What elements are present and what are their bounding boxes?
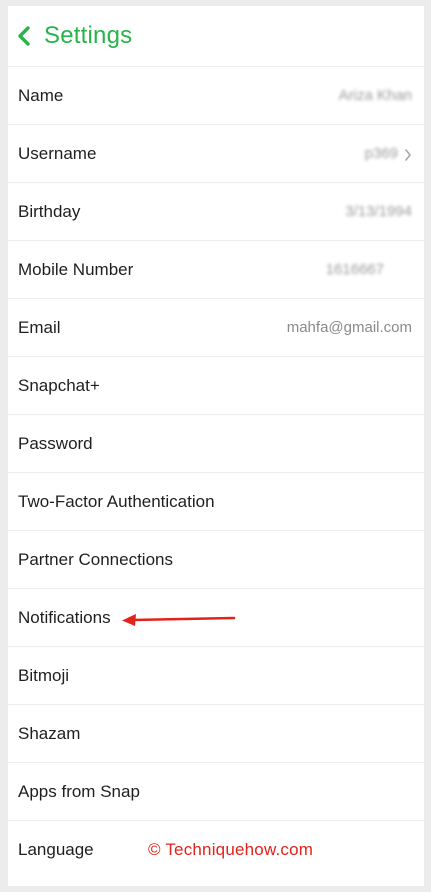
row-label: Email	[18, 317, 61, 337]
username-value: p369	[364, 145, 398, 162]
row-label: Snapchat+	[18, 375, 100, 395]
birthday-value: 3/13/1994	[345, 203, 412, 220]
row-label: Notifications	[18, 607, 111, 627]
back-button[interactable]: Settings	[14, 22, 132, 50]
settings-list: Name Ariza Khan Username p369 Birthday 3…	[8, 67, 424, 879]
email-value: mahfa@gmail.com	[286, 319, 412, 336]
name-value: Ariza Khan	[338, 87, 412, 104]
settings-row-partner-connections[interactable]: Partner Connections	[8, 531, 424, 589]
row-label: Username	[18, 143, 97, 163]
settings-row-password[interactable]: Password	[8, 415, 424, 473]
red-arrow-icon	[122, 614, 236, 626]
chevron-right-icon	[404, 148, 412, 161]
row-label: Language	[18, 840, 94, 859]
row-label: Password	[18, 433, 93, 453]
settings-row-shazam[interactable]: Shazam	[8, 705, 424, 763]
settings-row-snapchat-plus[interactable]: Snapchat+	[8, 357, 424, 415]
settings-screen: Settings Name Ariza Khan Username p369 B…	[8, 6, 424, 886]
row-label: Partner Connections	[18, 549, 173, 569]
settings-row-username[interactable]: Username p369	[8, 125, 424, 183]
watermark: © Techniquehow.com	[148, 840, 314, 859]
row-label: Birthday	[18, 201, 81, 221]
row-value: mahfa@gmail.com	[287, 319, 412, 336]
chevron-left-icon[interactable]	[14, 24, 36, 48]
settings-row-email[interactable]: Email mahfa@gmail.com	[8, 299, 424, 357]
row-label: Apps from Snap	[18, 781, 140, 801]
row-label: Name	[18, 85, 64, 105]
row-value: 3/13/1994	[345, 203, 412, 220]
settings-row-apps-from-snap[interactable]: Apps from Snap	[8, 763, 424, 821]
row-label: Two-Factor Authentication	[18, 491, 215, 511]
mobile-number-value: 1616667	[325, 261, 384, 278]
header: Settings	[8, 6, 424, 67]
row-label: Mobile Number	[18, 259, 134, 279]
settings-row-mobile-number[interactable]: Mobile Number 1616667	[8, 241, 424, 299]
row-value: p369	[365, 145, 412, 162]
row-label: Bitmoji	[18, 665, 70, 685]
row-value: Ariza Khan	[339, 87, 412, 104]
settings-row-birthday[interactable]: Birthday 3/13/1994	[8, 183, 424, 241]
row-label: Shazam	[18, 723, 81, 743]
settings-row-bitmoji[interactable]: Bitmoji	[8, 647, 424, 705]
settings-row-name[interactable]: Name Ariza Khan	[8, 67, 424, 125]
page-title: Settings	[44, 22, 133, 49]
settings-row-two-factor-authentication[interactable]: Two-Factor Authentication	[8, 473, 424, 531]
row-value: 1616667	[326, 261, 384, 278]
